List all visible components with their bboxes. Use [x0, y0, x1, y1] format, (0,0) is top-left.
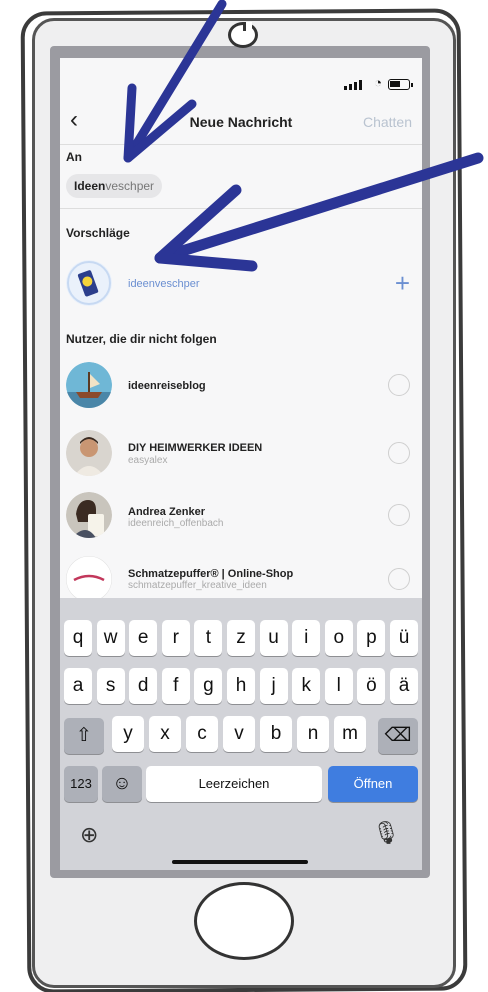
non-followers-header: Nutzer, die dir nicht folgen [66, 332, 217, 346]
suggestion-row[interactable]: ideenveschper + [60, 256, 422, 314]
divider [60, 208, 422, 209]
avatar [66, 260, 112, 306]
home-button[interactable] [194, 882, 294, 960]
open-key[interactable]: Öffnen [328, 766, 418, 802]
list-item[interactable]: Andrea Zenker ideenreich_offenbach [60, 488, 422, 546]
avatar [66, 430, 112, 476]
user-handle: ideenreich_offenbach [128, 518, 224, 529]
select-radio[interactable] [388, 504, 410, 526]
key-g[interactable]: g [194, 668, 223, 704]
navigation-bar: ‹ Neue Nachricht Chatten [60, 108, 422, 138]
key-r[interactable]: r [161, 620, 190, 656]
key-l[interactable]: l [324, 668, 353, 704]
recipient-label: An [66, 150, 82, 164]
chip-rest-text: veschper [105, 179, 155, 193]
key-q[interactable]: q [64, 620, 92, 656]
key-m[interactable]: m [334, 716, 366, 752]
camera-icon [228, 22, 258, 48]
microphone-icon[interactable]: 🎙 [372, 820, 400, 846]
suggestions-header: Vorschläge [66, 226, 130, 240]
keyboard: qwertzuiopüasdfghjklöäyxcvbnm ⇧ ⌫ 123 ☺ … [60, 598, 422, 870]
key-y[interactable]: y [112, 716, 144, 752]
key-d[interactable]: d [129, 668, 158, 704]
key-b[interactable]: b [260, 716, 292, 752]
user-name: DIY HEIMWERKER IDEEN [128, 442, 263, 454]
key-k[interactable]: k [292, 668, 321, 704]
avatar [66, 362, 112, 408]
user-name: Schmatzepuffer® | Online-Shop [128, 568, 294, 580]
illustration: ◔ ‹ Neue Nachricht Chatten An Ideenvesch… [0, 0, 488, 992]
select-radio[interactable] [388, 374, 410, 396]
list-item[interactable]: DIY HEIMWERKER IDEEN easyalex [60, 426, 422, 484]
user-handle: easyalex [128, 455, 168, 466]
space-key[interactable]: Leerzeichen [146, 766, 322, 802]
key-u[interactable]: u [259, 620, 288, 656]
avatar [66, 492, 112, 538]
battery-icon [388, 79, 413, 90]
key-i[interactable]: i [292, 620, 321, 656]
plus-icon[interactable]: + [395, 270, 410, 296]
status-bar: ◔ [60, 58, 422, 98]
user-name: Andrea Zenker [128, 506, 206, 518]
divider [60, 144, 422, 145]
globe-icon[interactable]: ⊕ [80, 822, 98, 848]
key-ü[interactable]: ü [390, 620, 418, 656]
suggestion-name: ideenveschper [128, 278, 200, 290]
emoji-icon[interactable]: ☺ [102, 766, 142, 802]
shift-key[interactable]: ⇧ [64, 718, 104, 754]
key-o[interactable]: o [324, 620, 353, 656]
instagram-new-message-screen: ◔ ‹ Neue Nachricht Chatten An Ideenvesch… [60, 58, 422, 870]
chat-button[interactable]: Chatten [363, 114, 412, 130]
key-z[interactable]: z [227, 620, 255, 656]
key-ö[interactable]: ö [357, 668, 386, 704]
key-w[interactable]: w [96, 620, 125, 656]
home-indicator [172, 860, 308, 864]
backspace-icon[interactable]: ⌫ [378, 718, 418, 754]
avatar [66, 556, 112, 602]
key-s[interactable]: s [96, 668, 125, 704]
wifi-icon: ◔ [374, 75, 382, 90]
key-p[interactable]: p [357, 620, 386, 656]
recipient-search-chip[interactable]: Ideenveschper [66, 174, 163, 198]
user-name: ideenreiseblog [128, 380, 206, 392]
list-item[interactable]: ideenreiseblog [60, 358, 422, 416]
key-t[interactable]: t [194, 620, 223, 656]
key-v[interactable]: v [223, 716, 255, 752]
key-h[interactable]: h [227, 668, 255, 704]
select-radio[interactable] [388, 568, 410, 590]
key-c[interactable]: c [186, 716, 218, 752]
key-e[interactable]: e [129, 620, 158, 656]
signal-icon [344, 80, 362, 90]
key-a[interactable]: a [64, 668, 92, 704]
key-j[interactable]: j [259, 668, 288, 704]
chip-match-text: Ideen [74, 179, 106, 193]
key-x[interactable]: x [149, 716, 181, 752]
select-radio[interactable] [388, 442, 410, 464]
key-f[interactable]: f [161, 668, 190, 704]
key-n[interactable]: n [297, 716, 329, 752]
user-handle: schmatzepuffer_kreative_ideen [128, 580, 267, 591]
key-ä[interactable]: ä [390, 668, 418, 704]
numbers-key[interactable]: 123 [64, 766, 98, 802]
